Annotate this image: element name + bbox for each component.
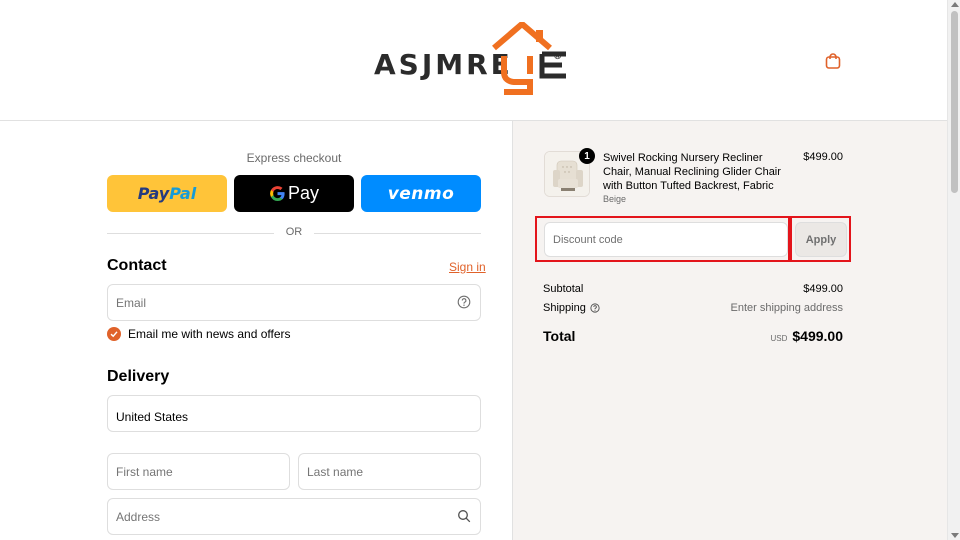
help-circle-icon[interactable] bbox=[590, 303, 600, 313]
checkmark-icon bbox=[110, 331, 118, 338]
country-value: United States bbox=[116, 409, 189, 424]
express-checkout-title: Express checkout bbox=[246, 151, 342, 165]
paypal-logo: PayPal bbox=[138, 184, 196, 203]
google-pay-button[interactable]: Pay bbox=[234, 175, 354, 212]
product-price: $499.00 bbox=[803, 151, 843, 163]
email-input[interactable] bbox=[116, 295, 480, 310]
currency-code: USD bbox=[770, 334, 788, 343]
shipping-row: Shipping Enter shipping address bbox=[543, 302, 843, 314]
sign-in-link[interactable]: Sign in bbox=[449, 260, 486, 274]
help-circle-icon[interactable] bbox=[457, 295, 471, 309]
site-header: ASJMRE ® bbox=[0, 0, 947, 121]
google-pay-label: Pay bbox=[287, 183, 320, 203]
subtotal-value: $499.00 bbox=[803, 283, 843, 295]
total-row: Total USD $499.00 bbox=[543, 328, 843, 344]
page-scrollbar[interactable] bbox=[947, 0, 960, 540]
last-name-input[interactable] bbox=[307, 464, 480, 479]
brand-logo[interactable]: ASJMRE ® bbox=[372, 22, 576, 95]
address-field[interactable] bbox=[107, 498, 481, 535]
news-label: Email me with news and offers bbox=[128, 327, 291, 341]
venmo-button[interactable]: venmo bbox=[361, 175, 481, 212]
or-label: OR bbox=[285, 226, 303, 238]
apply-highlight: Apply bbox=[790, 216, 851, 262]
shopping-bag-icon[interactable] bbox=[824, 52, 842, 70]
news-opt-in[interactable]: Email me with news and offers bbox=[107, 327, 291, 341]
venmo-logo: venmo bbox=[387, 183, 455, 204]
product-variant: Beige bbox=[603, 194, 627, 204]
order-summary: 1 Swivel Rocking Nursery Recliner Chair,… bbox=[512, 121, 947, 540]
shipping-label: Shipping bbox=[543, 302, 586, 314]
google-pay-logo: Pay bbox=[269, 183, 319, 204]
scroll-up-arrow-icon[interactable] bbox=[951, 2, 959, 7]
scroll-down-arrow-icon[interactable] bbox=[951, 533, 959, 538]
address-input[interactable] bbox=[116, 509, 480, 524]
subtotal-label: Subtotal bbox=[543, 283, 584, 295]
google-g-icon bbox=[270, 186, 285, 202]
first-name-field[interactable] bbox=[107, 453, 290, 490]
email-field[interactable] bbox=[107, 284, 481, 321]
shipping-label-group: Shipping bbox=[543, 302, 600, 314]
subtotal-row: Subtotal $499.00 bbox=[543, 283, 843, 295]
total-label: Total bbox=[543, 328, 576, 344]
paypal-logo-part1: Pay bbox=[137, 184, 170, 203]
product-name: Swivel Rocking Nursery Recliner Chair, M… bbox=[603, 152, 781, 192]
total-value-group: USD $499.00 bbox=[771, 328, 844, 344]
quantity-badge: 1 bbox=[579, 148, 595, 164]
discount-highlight: Discount code bbox=[535, 216, 790, 262]
search-icon[interactable] bbox=[457, 509, 471, 523]
last-name-field[interactable] bbox=[298, 453, 481, 490]
shipping-value: Enter shipping address bbox=[730, 302, 843, 314]
total-value: $499.00 bbox=[792, 328, 843, 344]
paypal-button[interactable]: PayPal bbox=[107, 175, 227, 212]
contact-title: Contact bbox=[107, 257, 167, 274]
checkout-form: Express checkout PayPal Pay venmo OR Con… bbox=[0, 121, 512, 540]
news-checkbox[interactable] bbox=[107, 327, 121, 341]
house-logo-icon bbox=[492, 22, 566, 95]
discount-code-field[interactable]: Discount code bbox=[544, 222, 788, 257]
paypal-logo-part2: Pal bbox=[169, 184, 197, 203]
delivery-title: Delivery bbox=[107, 368, 170, 385]
discount-code-placeholder: Discount code bbox=[553, 233, 623, 246]
scrollbar-thumb[interactable] bbox=[951, 11, 958, 193]
apply-button[interactable]: Apply bbox=[795, 222, 847, 257]
first-name-input[interactable] bbox=[116, 464, 289, 479]
country-select[interactable]: United States bbox=[107, 395, 481, 432]
